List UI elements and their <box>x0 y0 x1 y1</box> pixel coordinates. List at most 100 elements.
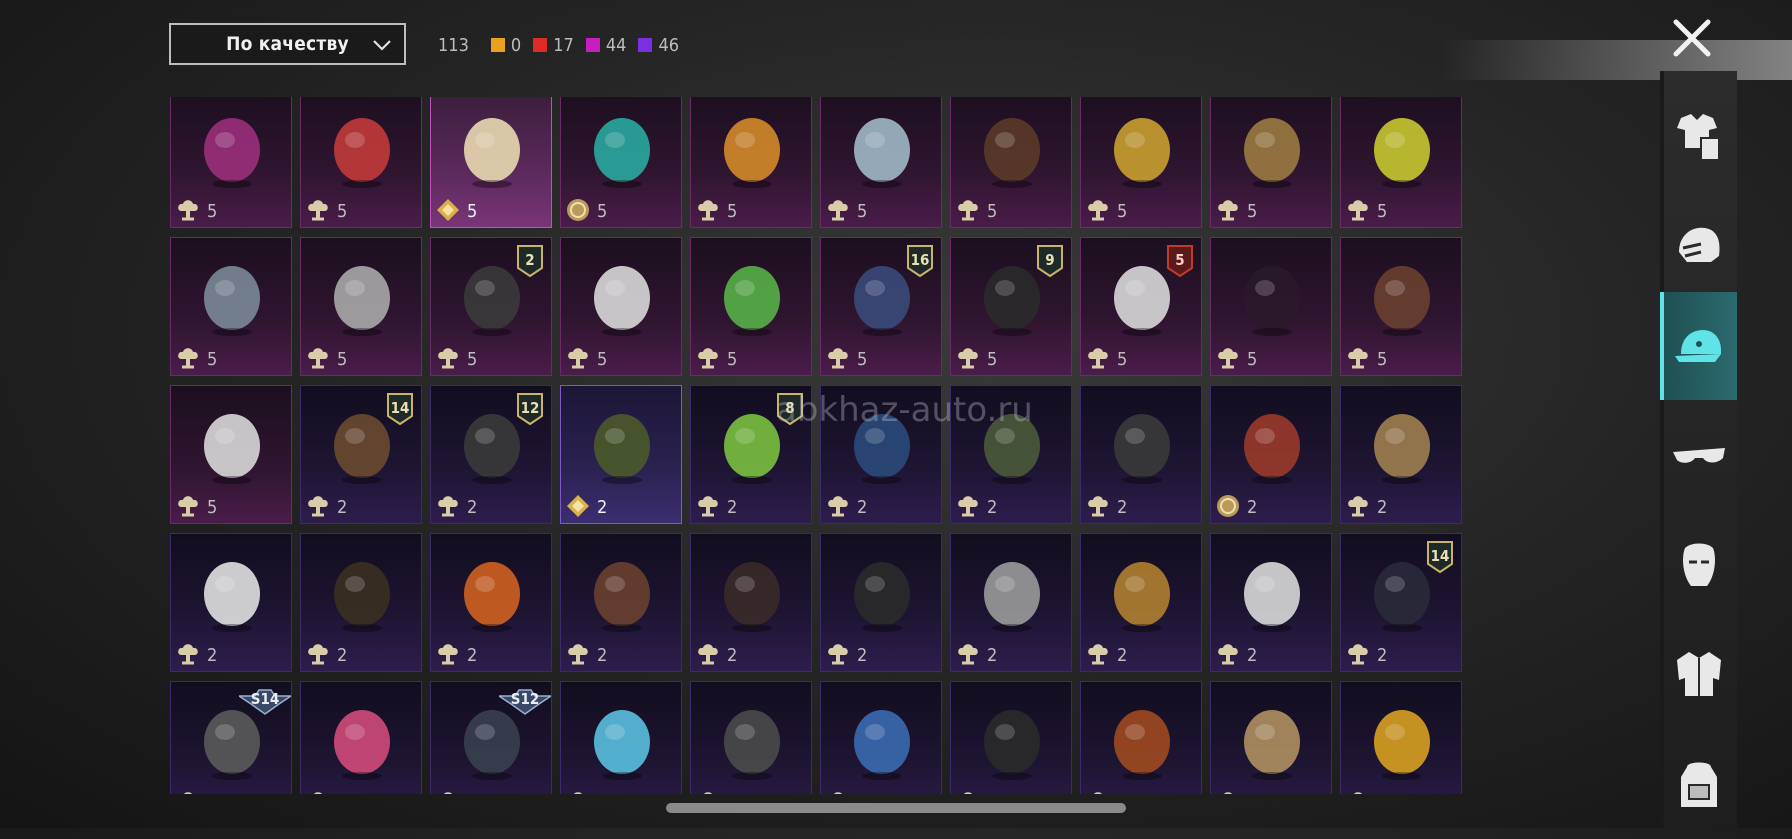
item-quantity: 2 <box>987 497 998 518</box>
item-quantity: 5 <box>597 201 608 222</box>
category-helmet[interactable] <box>1660 192 1737 300</box>
category-mask[interactable] <box>1660 512 1737 620</box>
item-card-scarecrow-hat[interactable]: 2 <box>1210 681 1332 794</box>
item-card-steampunk-hat[interactable]: 2 <box>300 533 422 672</box>
horizontal-scrollbar[interactable] <box>666 803 1126 813</box>
item-card-gold-black-helmet[interactable]: 5 <box>1080 97 1202 228</box>
item-quantity: 2 <box>207 793 217 794</box>
item-quantity: 2 <box>857 645 868 666</box>
item-card-black-helmet[interactable]: 2 <box>1080 385 1202 524</box>
close-icon[interactable] <box>1668 14 1716 62</box>
item-card-white-brim-hat[interactable]: 2 <box>170 533 292 672</box>
counter-value: 44 <box>605 34 627 56</box>
counter-red: 17 <box>533 35 574 56</box>
item-card-pumpkin-head[interactable]: 5 <box>690 97 812 228</box>
dark-bob-hair-icon <box>724 562 780 632</box>
bp-currency-icon <box>1094 792 1102 794</box>
item-card-pink-cap[interactable]: 2 <box>300 681 422 794</box>
item-card-antler-mask[interactable]: 5 <box>1210 97 1332 228</box>
bp-currency-icon <box>1224 792 1232 794</box>
item-card-silver-teal-hair[interactable]: 5 <box>820 97 942 228</box>
sort-dropdown-label: По качеству <box>226 33 349 55</box>
item-card-dark-mask[interactable]: 5 <box>1210 237 1332 376</box>
item-card-white-dragon-skull[interactable]: 55 <box>1080 237 1202 376</box>
category-eyewear[interactable] <box>1660 402 1737 510</box>
white-sun-hat-icon <box>204 414 260 484</box>
item-card-space-helmet[interactable]: 2 S12 <box>430 681 552 794</box>
item-card-frog-police-hat[interactable]: 5 <box>690 237 812 376</box>
item-quantity: 2 <box>727 793 737 794</box>
level-badge: 2 <box>515 244 545 278</box>
item-card-bunny-headband[interactable]: 2 <box>560 681 682 794</box>
item-card-zebra-mask[interactable]: 5 <box>560 237 682 376</box>
bp-currency-icon <box>958 348 978 369</box>
item-card-blue-baseball-cap[interactable]: 2 <box>820 385 942 524</box>
item-quantity: 5 <box>337 349 348 370</box>
item-card-red-hair-goggles[interactable]: 2 <box>1210 385 1332 524</box>
goggle-helmet-icon <box>984 562 1040 632</box>
item-card-brown-bear-head[interactable]: 5 <box>1340 237 1462 376</box>
category-backpack[interactable] <box>1660 731 1737 839</box>
item-card-tv-head[interactable]: 5 <box>300 237 422 376</box>
item-card-jester-hat[interactable]: 5 <box>300 97 422 228</box>
item-card-white-red-hood[interactable]: 5 <box>430 97 552 228</box>
item-card-long-wavy-hair[interactable]: 2 <box>1340 385 1462 524</box>
mustard-beanie-icon <box>1114 562 1170 632</box>
item-card-teal-horse-mask[interactable]: 5 <box>560 97 682 228</box>
item-card-pink-hair[interactable]: 5 <box>170 97 292 228</box>
item-card-mustard-beanie[interactable]: 2 <box>1080 533 1202 672</box>
item-card-gas-mask[interactable]: 2 <box>820 533 942 672</box>
item-card-goggle-helmet[interactable]: 2 <box>950 533 1072 672</box>
white-brim-hat-icon <box>204 562 260 632</box>
bp-currency-icon <box>698 348 718 369</box>
item-card-officer-caps[interactable]: 2 <box>560 385 682 524</box>
sort-dropdown[interactable]: По качеству <box>169 23 406 65</box>
item-card-black-cap[interactable]: 2 <box>950 681 1072 794</box>
item-card-conical-hat[interactable]: 59 <box>950 237 1072 376</box>
item-card-camo-bandana[interactable]: 2 <box>690 681 812 794</box>
item-card-white-sun-hat[interactable]: 5 <box>170 385 292 524</box>
item-card-shark-mask[interactable]: 5 <box>170 237 292 376</box>
bp-currency-icon <box>1348 496 1368 517</box>
item-card-baseball-helmet[interactable]: 2 <box>1080 681 1202 794</box>
level-badge: 5 <box>1165 244 1195 278</box>
rarity-swatch <box>585 38 600 52</box>
bp-currency-icon <box>568 348 588 369</box>
antler-mask-icon <box>1244 118 1300 188</box>
item-card-yellow-fishing-hat[interactable]: 2 <box>1340 681 1462 794</box>
rarity-counters: 113 0 17 44 46 <box>438 33 691 57</box>
category-outfit[interactable] <box>1660 82 1737 190</box>
item-grid: 5 5 5 5 5 5 5 5 5 5 5 5 5 2 5 5 5 16 5 9 5 5 5 5 5 2 14 2 12 2 2 8 2 2 2 2 2… <box>170 97 1468 794</box>
item-card-bunny-ear-helmet[interactable]: 2 12 <box>430 385 552 524</box>
item-card-predator-mask[interactable]: 52 <box>430 237 552 376</box>
category-jacket[interactable] <box>1660 620 1737 728</box>
item-card-brown-ponytail[interactable]: 5 <box>950 97 1072 228</box>
level-badge-value: 2 <box>525 251 535 269</box>
item-card-brown-bob-hair[interactable]: 2 <box>560 533 682 672</box>
item-card-blue-winter-hat[interactable]: 2 <box>820 681 942 794</box>
bp-currency-icon <box>438 644 458 665</box>
item-card-gas-mask-helmet[interactable]: 2 <box>950 385 1072 524</box>
item-card-blue-armor-helmet[interactable]: 5 16 <box>820 237 942 376</box>
item-card-cat-ear-wig[interactable]: 2 14 <box>300 385 422 524</box>
item-card-yellow-bucket-hat[interactable]: 5 <box>1340 97 1462 228</box>
bp-currency-icon <box>1088 496 1108 517</box>
bp-currency-icon <box>308 200 328 221</box>
category-headwear[interactable] <box>1660 292 1737 400</box>
bp-currency-icon <box>1218 348 1238 369</box>
item-quantity: 2 <box>207 645 218 666</box>
item-card-police-cap[interactable]: 2 14 <box>1340 533 1462 672</box>
tv-head-icon <box>334 266 390 336</box>
bp-currency-icon <box>1218 644 1238 665</box>
gas-mask-helmet-icon <box>984 414 1040 484</box>
bp-currency-icon <box>698 200 718 221</box>
bp-currency-icon <box>178 200 198 221</box>
item-quantity: 5 <box>987 349 998 370</box>
item-card-clown-mask[interactable]: 2 <box>1210 533 1332 672</box>
season-badge: S14 <box>236 686 291 718</box>
item-card-orange-ninja-mask[interactable]: 2 <box>430 533 552 672</box>
item-card-dark-bob-hair[interactable]: 2 <box>690 533 812 672</box>
item-card-knight-helmet[interactable]: 2 S14 <box>170 681 292 794</box>
item-quantity: 2 <box>1247 645 1258 666</box>
item-card-green-skull-mask[interactable]: 28 <box>690 385 812 524</box>
